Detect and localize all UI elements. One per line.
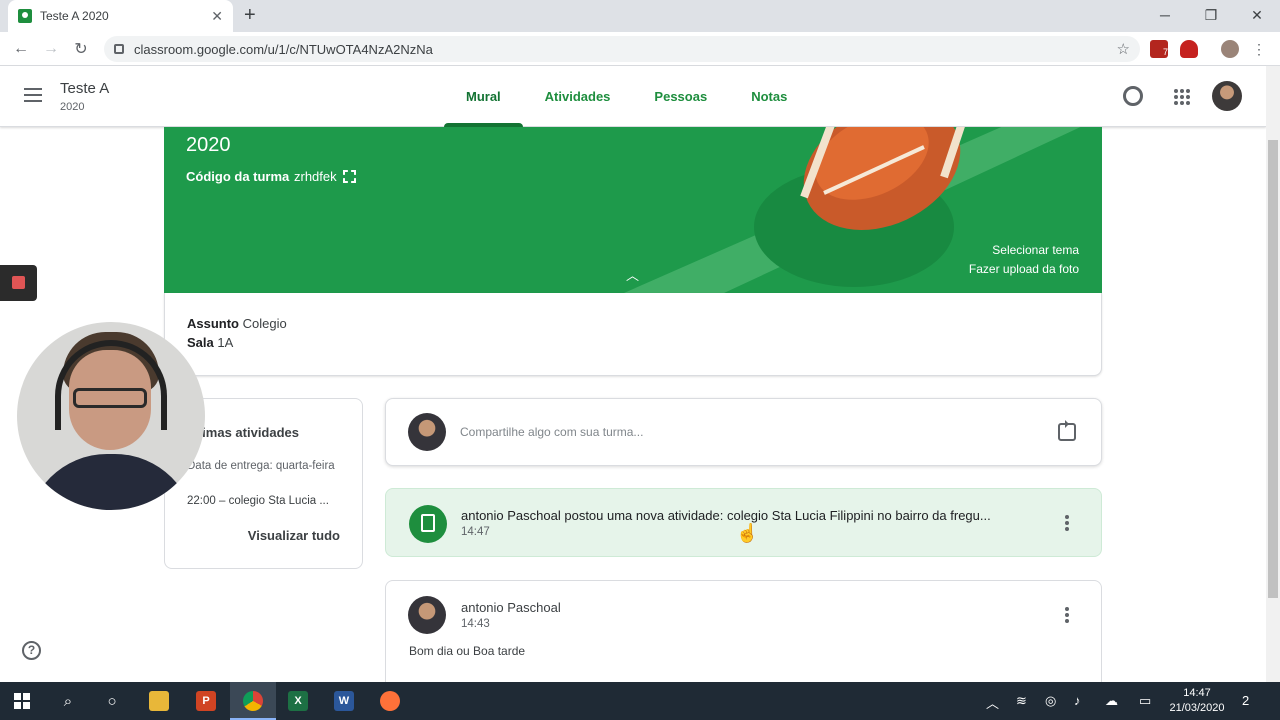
address-bar: ← → ↻ classroom.google.com/u/1/c/NTUwOTA… <box>0 32 1280 66</box>
word-icon[interactable]: W <box>331 688 357 714</box>
browser-tab-bar: Teste A 2020 ✕ + ─ ❐ ✕ <box>0 0 1280 32</box>
browser-tab[interactable]: Teste A 2020 ✕ <box>8 0 233 32</box>
fullscreen-expand-icon[interactable] <box>343 170 356 183</box>
class-code[interactable]: zrhdfek <box>294 169 337 184</box>
classroom-header: Teste A 2020 Mural Atividades Pessoas No… <box>0 66 1266 127</box>
restore-button[interactable]: ❐ <box>1188 0 1234 30</box>
excel-icon[interactable]: X <box>285 688 311 714</box>
announcement-post: antonio Paschoal 14:43 Bom dia ou Boa ta… <box>385 580 1102 690</box>
forward-button[interactable]: → <box>36 40 66 58</box>
chevron-up-icon[interactable]: ︿ <box>626 265 639 284</box>
mouse-cursor-icon: ☝ <box>736 523 759 543</box>
classroom-favicon-icon <box>18 9 32 23</box>
post-time: 14:43 <box>461 618 490 630</box>
wifi-icon[interactable]: ≋ <box>1016 693 1027 709</box>
close-window-button[interactable]: ✕ <box>1234 0 1280 30</box>
lock-icon <box>114 44 124 54</box>
hamburger-menu-icon[interactable] <box>24 88 42 102</box>
volume-icon[interactable]: ♪ <box>1074 693 1081 708</box>
class-details-card: Assunto Colegio Sala 1A <box>164 293 1102 376</box>
windows-taskbar: ⌕ ○ P X W <box>0 682 1280 720</box>
help-icon[interactable]: ? <box>22 641 41 660</box>
account-avatar[interactable] <box>1212 81 1242 111</box>
notifications-icon[interactable]: 2 <box>1242 693 1249 708</box>
tray-chevron-icon[interactable]: ︿ <box>986 693 999 712</box>
close-tab-icon[interactable]: ✕ <box>211 8 223 25</box>
avatar <box>408 413 446 451</box>
class-subtitle: 2020 <box>60 101 85 113</box>
avatar <box>408 596 446 634</box>
tab-title: Teste A 2020 <box>40 9 109 23</box>
new-tab-button[interactable]: + <box>244 4 256 27</box>
share-box[interactable]: Compartilhe algo com sua turma... <box>385 398 1102 466</box>
powerpoint-icon[interactable]: P <box>193 688 219 714</box>
chrome-icon[interactable] <box>240 688 266 714</box>
upcoming-due: Data de entrega: quarta-feira <box>187 460 335 472</box>
subject-value: Colegio <box>242 316 287 331</box>
taskbar-clock[interactable]: 14:47 21/03/2020 <box>1164 686 1230 716</box>
minimize-button[interactable]: ─ <box>1142 0 1188 30</box>
keyboard-icon[interactable]: ▭ <box>1139 693 1151 709</box>
view-all-link[interactable]: Visualizar tudo <box>248 528 340 543</box>
back-button[interactable]: ← <box>6 40 36 58</box>
reload-button[interactable]: ↻ <box>66 39 96 59</box>
gear-icon[interactable] <box>1123 86 1143 106</box>
post-author: antonio Paschoal <box>461 600 561 615</box>
class-tabs: Mural Atividades Pessoas Notas <box>444 66 809 127</box>
share-placeholder[interactable]: Compartilhe algo com sua turma... <box>460 425 643 439</box>
tab-atividades[interactable]: Atividades <box>523 66 633 127</box>
profile-avatar-icon[interactable] <box>1221 40 1239 58</box>
clock-date: 21/03/2020 <box>1169 702 1225 714</box>
windows-start-icon[interactable] <box>9 688 35 714</box>
task-view-icon[interactable]: ○ <box>99 688 125 714</box>
activity-text[interactable]: antonio Paschoal postou uma nova ativida… <box>461 508 1041 523</box>
more-options-icon[interactable] <box>1065 515 1069 531</box>
search-icon[interactable]: ⌕ <box>55 688 81 714</box>
class-code-label: Código da turma <box>186 169 290 184</box>
clock-time: 14:47 <box>1183 687 1211 699</box>
webcam-overlay <box>17 322 205 510</box>
room-label: Sala <box>187 335 214 350</box>
room-value: 1A <box>217 335 234 350</box>
tab-notas[interactable]: Notas <box>729 66 809 127</box>
stop-recording-icon[interactable] <box>12 276 25 289</box>
more-options-icon[interactable] <box>1065 607 1069 623</box>
class-banner: 2020 Código da turma zrhdfek ︿ Seleciona… <box>164 127 1102 293</box>
app-tray-icon[interactable]: ◎ <box>1045 693 1056 709</box>
assignment-icon <box>409 505 447 543</box>
onedrive-icon[interactable]: ☁ <box>1105 693 1118 709</box>
tab-pessoas[interactable]: Pessoas <box>632 66 729 127</box>
tab-mural[interactable]: Mural <box>444 66 523 127</box>
activity-time: 14:47 <box>461 526 490 538</box>
webcam-person-shirt <box>27 454 195 510</box>
url-text: classroom.google.com/u/1/c/NTUwOTA4NzA2N… <box>134 41 433 57</box>
repost-icon[interactable] <box>1058 420 1076 441</box>
select-theme-link[interactable]: Selecionar tema <box>992 243 1079 257</box>
scrollbar-thumb[interactable] <box>1268 140 1278 598</box>
google-apps-icon[interactable] <box>1174 89 1190 105</box>
browser-menu-icon[interactable]: ⋮ <box>1252 40 1266 58</box>
window-controls: ─ ❐ ✕ <box>1142 0 1280 30</box>
banner-year: 2020 <box>186 134 231 156</box>
upload-photo-link[interactable]: Fazer upload da foto <box>969 262 1079 276</box>
extension-shield-icon[interactable]: 7 <box>1150 40 1168 58</box>
extension-badge-icon[interactable] <box>1180 40 1198 58</box>
room-line: Sala 1A <box>187 335 233 350</box>
bookmark-star-icon[interactable]: ☆ <box>1117 40 1130 58</box>
url-field[interactable]: classroom.google.com/u/1/c/NTUwOTA4NzA2N… <box>104 36 1140 62</box>
subject-label: Assunto <box>187 316 239 331</box>
file-explorer-icon[interactable] <box>146 688 172 714</box>
upcoming-item[interactable]: 22:00 – colegio Sta Lucia ... <box>187 495 329 507</box>
class-title[interactable]: Teste A <box>60 80 109 97</box>
firefox-icon[interactable] <box>377 688 403 714</box>
subject-line: Assunto Colegio <box>187 316 287 331</box>
post-body: Bom dia ou Boa tarde <box>409 644 526 658</box>
